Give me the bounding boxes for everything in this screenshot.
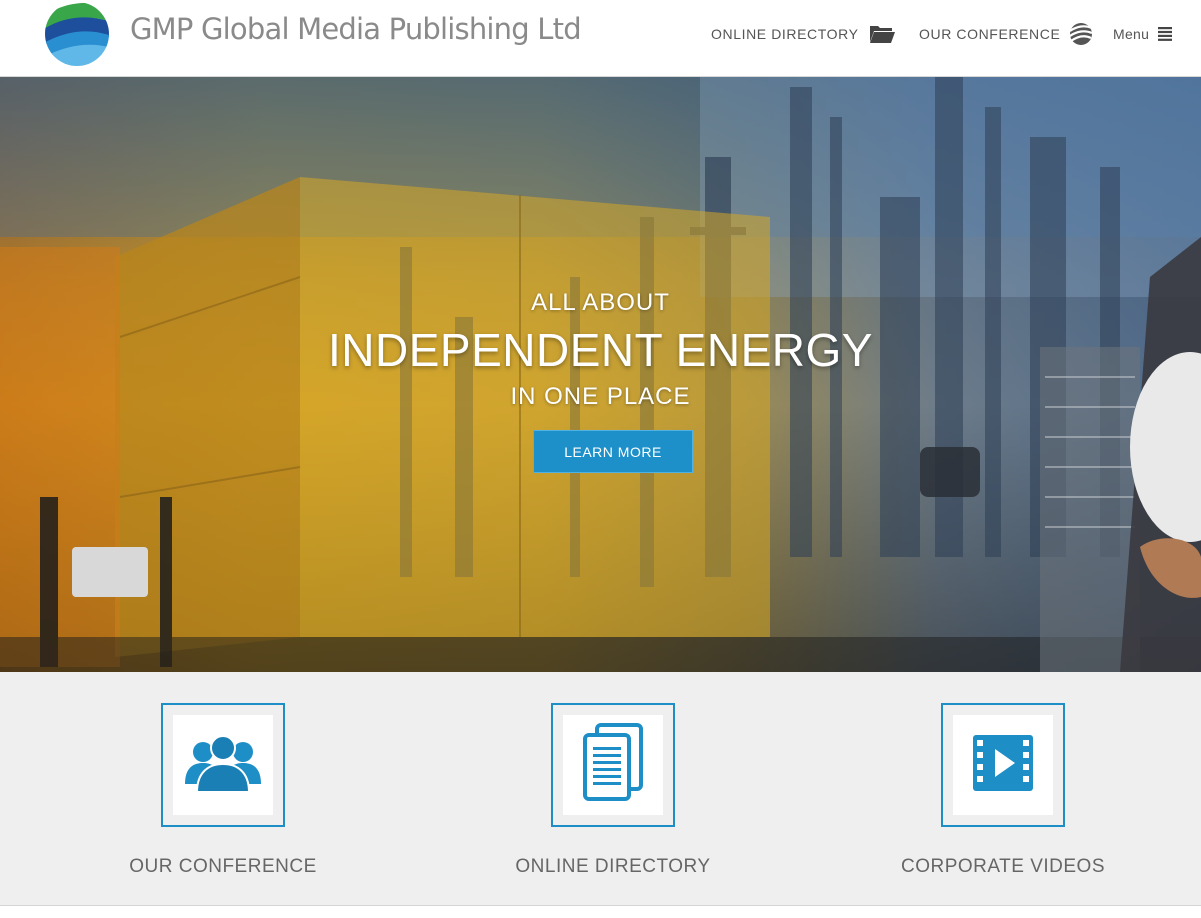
hero-line-independent-energy: INDEPENDENT ENERGY — [328, 324, 873, 376]
hero-line-one-place: IN ONE PLACE — [510, 383, 691, 410]
nav-our-conference-label: OUR CONFERENCE — [919, 26, 1061, 42]
globe-swirl-icon — [1069, 22, 1093, 46]
feature-label: OUR CONFERENCE — [129, 856, 317, 877]
feature-our-conference[interactable]: OUR CONFERENCE — [28, 672, 418, 906]
document-list-icon — [581, 722, 645, 808]
brand-name[interactable]: GMP Global Media Publishing Ltd — [130, 12, 582, 46]
feature-icon-frame — [941, 703, 1065, 827]
menu-label: Menu — [1113, 26, 1150, 42]
nav-our-conference[interactable]: OUR CONFERENCE — [919, 20, 1093, 48]
feature-icon-frame — [551, 703, 675, 827]
feature-icon-frame — [161, 703, 285, 827]
feature-corporate-videos[interactable]: CORPORATE VIDEOS — [808, 672, 1198, 906]
feature-label: ONLINE DIRECTORY — [515, 856, 711, 877]
feature-label: CORPORATE VIDEOS — [900, 856, 1105, 877]
menu-button[interactable]: Menu — [1113, 20, 1173, 48]
learn-more-button[interactable]: LEARN MORE — [533, 430, 693, 473]
video-film-icon — [971, 733, 1035, 798]
people-group-icon — [183, 732, 263, 799]
feature-online-directory[interactable]: ONLINE DIRECTORY — [418, 672, 808, 906]
nav-online-directory[interactable]: ONLINE DIRECTORY — [711, 20, 896, 48]
site-header: GMP Global Media Publishing Ltd ONLINE D… — [0, 0, 1201, 77]
gmp-logo-icon[interactable] — [42, 0, 112, 68]
folder-icon — [868, 23, 896, 45]
hero-line-all-about: ALL ABOUT — [531, 289, 670, 316]
features-section: OUR CONFERENCE ONLINE DIRECTORY CORPORAT… — [0, 672, 1201, 906]
hero-banner: ALL ABOUT INDEPENDENT ENERGY IN ONE PLAC… — [0, 77, 1201, 672]
nav-online-directory-label: ONLINE DIRECTORY — [711, 26, 859, 42]
hamburger-icon — [1158, 27, 1173, 41]
